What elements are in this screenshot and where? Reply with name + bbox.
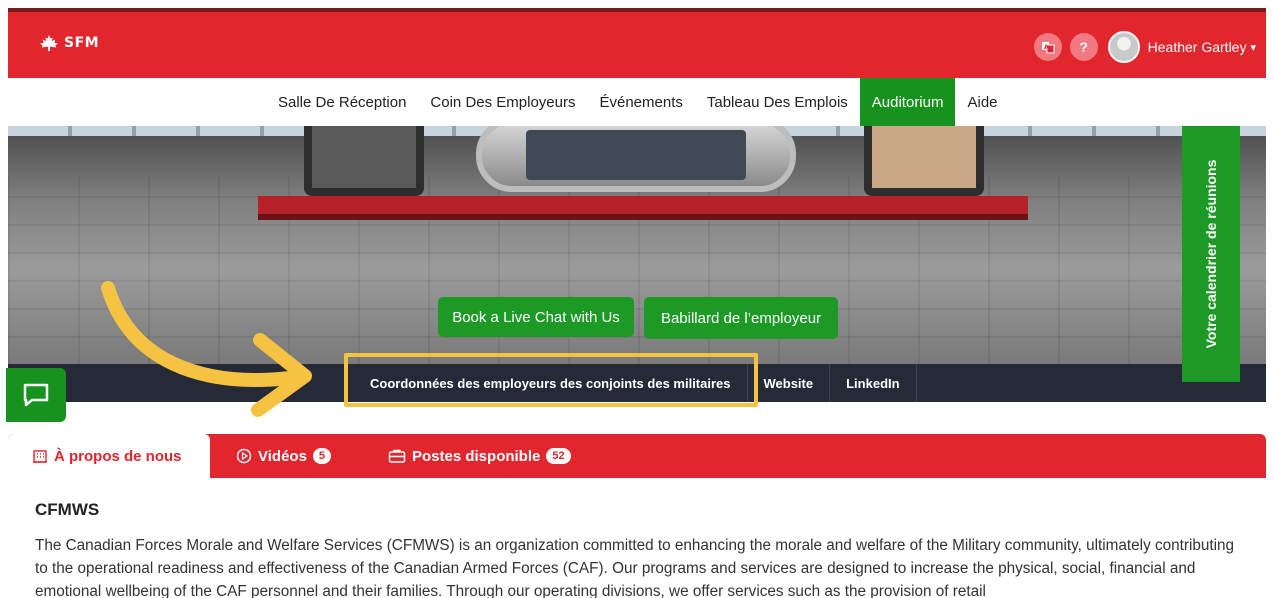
booth-screen-right — [864, 126, 984, 196]
help-icon: ? — [1079, 39, 1088, 55]
tab-about[interactable]: À propos de nous — [8, 434, 210, 478]
tab-videos[interactable]: Vidéos 5 — [236, 434, 332, 478]
meeting-calendar-button[interactable]: Votre calendrier de réunions — [1182, 126, 1240, 382]
jobs-count-badge: 52 — [546, 448, 571, 464]
translate-button[interactable]: A — [1033, 33, 1062, 61]
help-button[interactable]: ? — [1069, 33, 1098, 61]
nav-item-auditorium[interactable]: Auditorium — [859, 78, 956, 126]
tab-jobs-label: Postes disponible — [412, 447, 541, 465]
tab-about-label: À propos de nous — [54, 447, 182, 465]
booth-screen-left — [304, 126, 424, 196]
translate-icon: A — [1041, 42, 1055, 54]
videos-count-badge: 5 — [312, 448, 332, 464]
briefcase-icon — [388, 449, 406, 463]
chat-bubble-icon — [23, 383, 49, 407]
user-menu[interactable]: Heather Gartley ▾ — [1148, 39, 1256, 55]
maple-leaf-icon — [40, 34, 58, 52]
svg-text:A: A — [1044, 44, 1049, 51]
annotation-arrow-icon — [101, 281, 312, 417]
about-content: CFMWS The Canadian Forces Morale and Wel… — [35, 500, 1235, 598]
nav-item-tableau-des-emplois[interactable]: Tableau Des Emplois — [695, 78, 860, 126]
booth-center-screen — [476, 126, 796, 192]
tab-jobs[interactable]: Postes disponible 52 — [388, 434, 571, 478]
company-description: The Canadian Forces Morale and Welfare S… — [35, 537, 1235, 598]
main-nav: Salle De Réception Coin Des Employeurs É… — [8, 78, 1266, 126]
highlight-annotation — [344, 353, 758, 407]
link-website[interactable]: Website — [748, 364, 831, 402]
booth-stage — [258, 196, 1028, 220]
nav-item-evenements[interactable]: Événements — [587, 78, 694, 126]
chat-button[interactable] — [6, 368, 66, 422]
app-header: SFM A ? Heather Gartley ▾ — [8, 12, 1266, 78]
company-title: CFMWS — [35, 500, 100, 519]
avatar[interactable] — [1107, 31, 1140, 63]
top-strip — [0, 0, 1274, 12]
link-linkedin[interactable]: LinkedIn — [830, 364, 917, 402]
play-circle-icon — [236, 448, 252, 464]
book-live-chat-button[interactable]: Book a Live Chat with Us — [438, 297, 634, 337]
logo-text: SFM — [64, 35, 100, 51]
nav-item-salle-de-reception[interactable]: Salle De Réception — [266, 78, 418, 126]
chevron-down-icon: ▾ — [1250, 41, 1256, 54]
nav-item-coin-des-employeurs[interactable]: Coin Des Employeurs — [418, 78, 587, 126]
profile-tabs: À propos de nous Vidéos 5 Postes disponi… — [8, 434, 1266, 478]
meeting-calendar-label: Votre calendrier de réunions — [1203, 159, 1219, 349]
user-name: Heather Gartley — [1147, 39, 1247, 55]
employer-board-button[interactable]: Babillard de l’employeur — [644, 297, 838, 339]
building-icon — [33, 450, 47, 463]
tab-videos-label: Vidéos — [258, 447, 307, 465]
nav-item-aide[interactable]: Aide — [955, 78, 1009, 126]
sfm-logo[interactable]: SFM — [38, 34, 99, 52]
